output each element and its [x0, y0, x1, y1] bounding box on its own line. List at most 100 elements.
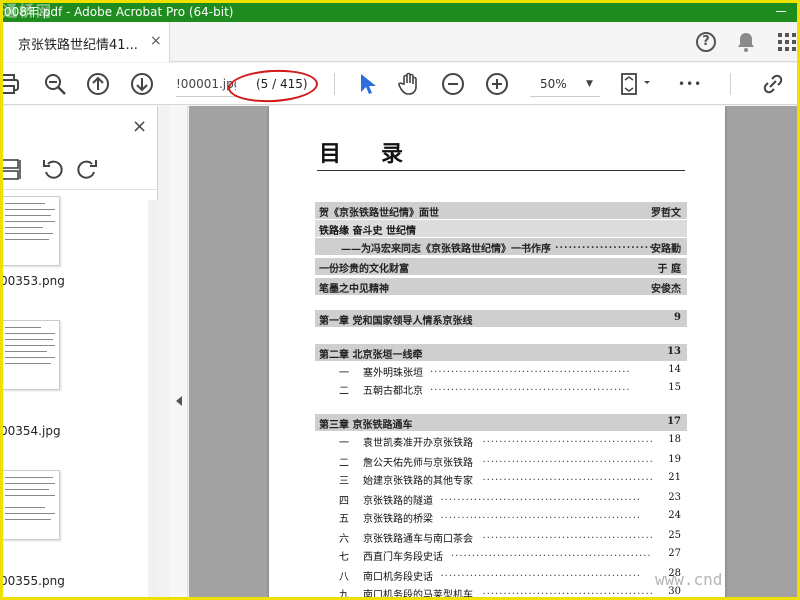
insert-page-icon[interactable] [0, 156, 24, 182]
toc-row-text: 五朝古都北京 [363, 386, 423, 397]
toc-row-text: 铁路缘 奋斗史 世纪情 [319, 226, 416, 237]
rotate-left-icon[interactable] [40, 156, 66, 182]
toc-row-page: 24 [668, 510, 681, 521]
toc-row-text: 京张铁路的桥梁 [363, 514, 433, 525]
toc-row-page: 安路勤 [651, 244, 681, 255]
zoom-out-search-icon[interactable] [42, 71, 68, 97]
toc-row[interactable]: ——为冯宏来同志《京张铁路世纪情》一书作序...................… [315, 238, 687, 255]
thumbnail-panel: × 00353.png 00354.jpg 00355.png [0, 106, 158, 600]
thumbnail-list: 00353.png 00354.jpg 00355.png [0, 196, 158, 600]
toc-row-index: 八 [339, 572, 349, 583]
toc-row[interactable]: 铁路缘 奋斗史 世纪情 [315, 220, 687, 237]
toc-row-page: 9 [674, 312, 681, 323]
help-icon[interactable]: ? [694, 30, 718, 54]
toc-leader-dots: ........................................… [482, 586, 654, 597]
toc-row-text: 始建京张铁路的其他专家 [363, 476, 473, 487]
toc-row-text: 南口机务段史话 [363, 572, 433, 583]
apps-grid-icon[interactable] [776, 30, 800, 54]
toc-leader-dots: ........................................… [430, 364, 631, 375]
print-icon[interactable] [0, 71, 22, 97]
document-tab[interactable]: 京张铁路世纪情41... × [0, 22, 170, 62]
toc-divider [317, 170, 685, 171]
page-thumbnail[interactable] [0, 470, 60, 540]
toc-row[interactable]: 二 五朝古都北京.................................… [315, 380, 687, 397]
toc-row-index: 六 [339, 534, 349, 545]
toc-row-page: 14 [668, 364, 681, 375]
panel-splitter[interactable] [170, 106, 188, 600]
zoom-in-icon[interactable] [484, 71, 510, 97]
toc-row[interactable]: 第二章 北京张垣一线牵 13 [315, 344, 687, 361]
toc-row[interactable]: 六 京张铁路通车与南口茶会............................… [315, 528, 687, 545]
collapse-arrow-icon[interactable] [176, 396, 182, 406]
document-viewport[interactable]: 目录 贺《京张铁路世纪情》面世 罗哲文铁路缘 奋斗史 世纪情 ——为冯宏来同志《京张… [189, 106, 800, 600]
toc-row-text: 京张铁路的隧道 [363, 496, 433, 507]
toc-leader-dots: ........................................… [482, 530, 654, 541]
tab-bar: 京张铁路世纪情41... × ? [0, 22, 800, 62]
toc-row-page: 18 [668, 434, 681, 445]
panel-scrollbar[interactable] [148, 200, 158, 600]
toc-row-page: 罗哲文 [651, 208, 681, 219]
toc-row-index: 五 [339, 514, 349, 525]
toc-row[interactable]: 四 京张铁路的隧道................................… [315, 490, 687, 507]
toc-row-text: 詹公天佑先师与京张铁路 [363, 458, 473, 469]
toc-row-page: 于 庭 [657, 264, 681, 275]
toc-row-text: 塞外明珠张垣 [363, 368, 423, 379]
more-options-icon[interactable]: ••• [678, 71, 704, 97]
rotate-right-icon[interactable] [74, 156, 100, 182]
toc-leader-dots: ........................................… [440, 510, 642, 521]
toc-row[interactable]: 第一章 党和国家领导人情系京张线 9 [315, 310, 687, 327]
toc-row-page: 19 [668, 454, 681, 465]
page-name-field[interactable]: !00001.jpg [176, 71, 236, 97]
hand-tool-icon[interactable] [396, 71, 422, 97]
toc-row-text: 笔墨之中见精神 [319, 284, 389, 295]
panel-toolbar [0, 148, 158, 190]
thumbnail-label: 00354.jpg [0, 424, 61, 438]
tab-close-icon[interactable]: × [150, 33, 162, 49]
thumbnail-label: 00355.png [0, 574, 65, 588]
chevron-down-icon: ▼ [586, 79, 593, 89]
toc-row[interactable]: 七 西直门车务段史话...............................… [315, 546, 687, 563]
toc-row[interactable]: 五 京张铁路的桥梁................................… [315, 508, 687, 525]
toc-leader-dots: ........................................… [440, 568, 642, 579]
toc-row[interactable]: 一 塞外明珠张垣.................................… [315, 362, 687, 379]
minimize-button[interactable] [768, 2, 794, 18]
toc-title: 目录 [319, 141, 444, 167]
next-page-icon[interactable] [129, 71, 155, 97]
toc-row-index: 二 [339, 386, 349, 397]
previous-page-icon[interactable] [85, 71, 111, 97]
toc-row-text: 京张铁路通车与南口茶会 [363, 534, 473, 545]
toolbar-divider [334, 73, 335, 95]
toc-row[interactable]: 三 始建京张铁路的其他专家............................… [315, 470, 687, 487]
zoom-level-value: 50% [540, 77, 567, 91]
toc-row-page: 17 [667, 416, 681, 427]
toc-leader-dots: ........................................… [482, 434, 654, 445]
share-link-icon[interactable] [760, 71, 786, 97]
toc-row-page: 15 [668, 382, 681, 393]
toc-row-page: 安俊杰 [651, 284, 681, 295]
toc-row[interactable]: 一 袁世凯奏准开办京张铁路............................… [315, 432, 687, 449]
toc-row[interactable]: 贺《京张铁路世纪情》面世 罗哲文 [315, 202, 687, 219]
page-thumbnail[interactable] [0, 196, 60, 266]
toc-row[interactable]: 笔墨之中见精神 安俊杰 [315, 278, 687, 295]
page-fit-icon[interactable] [618, 71, 654, 97]
zoom-level-select[interactable]: 50% ▼ [530, 71, 600, 97]
toc-leader-dots: ........................................… [440, 492, 642, 503]
zoom-out-icon[interactable] [440, 71, 466, 97]
toc-row[interactable]: 二 詹公天佑先师与京张铁路............................… [315, 452, 687, 469]
toc-row-index: 七 [339, 552, 349, 563]
bell-icon[interactable] [734, 30, 758, 54]
thumbnail-label: 00353.png [0, 274, 65, 288]
toc-row[interactable]: 第三章 京张铁路通车 17 [315, 414, 687, 431]
toc-leader-dots: ........................................… [555, 240, 653, 251]
panel-close-icon[interactable]: × [132, 116, 147, 137]
page-thumbnail[interactable] [0, 320, 60, 390]
toc-row-page: 21 [668, 472, 681, 483]
toc-row[interactable]: 一份珍贵的文化财富 于 庭 [315, 258, 687, 275]
select-cursor-icon[interactable] [354, 71, 380, 97]
toc-row-index: 九 [339, 590, 349, 600]
site-watermark-bottom: www.cnd [655, 570, 723, 589]
toc-row-text: 第一章 党和国家领导人情系京张线 [319, 316, 473, 327]
toc-row-page: 23 [668, 492, 681, 503]
toc-row[interactable]: 八 南口机务段史话................................… [315, 566, 687, 583]
toc-row[interactable]: 九 南口机务段的马莱型机车............................… [315, 584, 687, 600]
